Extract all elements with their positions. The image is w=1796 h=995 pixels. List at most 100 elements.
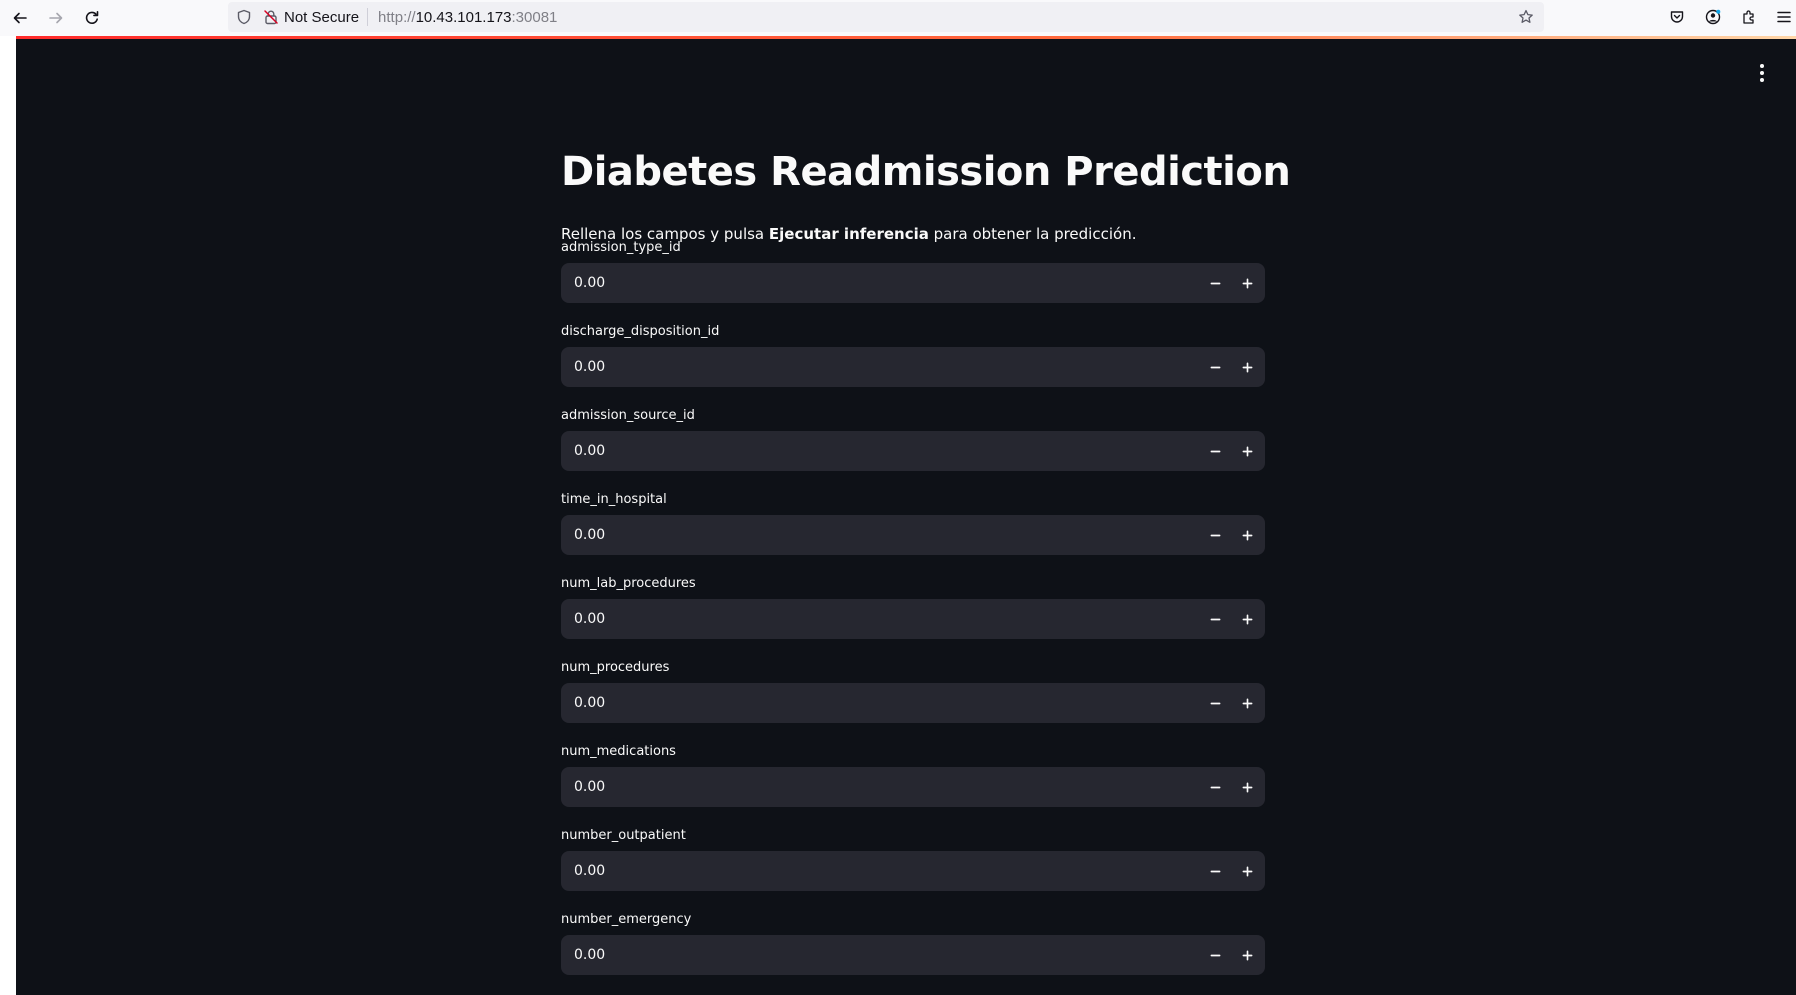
plus-icon [1242,446,1252,456]
field-label: num_medications [561,744,676,759]
number-input-box [561,431,1265,471]
increment-button[interactable] [1231,431,1263,471]
back-button[interactable] [6,4,34,32]
decrement-button[interactable] [1199,347,1231,387]
field-label: time_in_hospital [561,492,667,507]
plus-icon [1242,782,1252,792]
number-input-box [561,683,1265,723]
browser-toolbar: Not Secure http://10.43.101.173:30081 [0,0,1796,36]
plus-icon [1242,698,1252,708]
number-input-field[interactable] [561,347,1199,387]
hamburger-menu-icon[interactable] [1772,5,1796,29]
field-label: admission_type_id [561,240,681,255]
number-input-field[interactable] [561,935,1199,975]
number-input-num-procedures: num_procedures [561,660,1265,744]
minus-icon [1210,786,1220,788]
number-input-number-emergency: number_emergency [561,912,1265,995]
star-icon[interactable] [1516,7,1536,27]
number-input-box [561,263,1265,303]
number-input-box [561,851,1265,891]
puzzle-icon[interactable] [1737,5,1761,29]
number-input-box [561,515,1265,555]
increment-button[interactable] [1231,683,1263,723]
minus-icon [1210,870,1220,872]
minus-icon [1210,450,1220,452]
minus-icon [1210,534,1220,536]
field-label: num_procedures [561,660,670,675]
plus-icon [1242,950,1252,960]
window-edge [0,36,16,995]
account-icon[interactable] [1701,5,1725,29]
number-input-box [561,599,1265,639]
number-input-admission-source-id: admission_source_id [561,408,1265,492]
increment-button[interactable] [1231,347,1263,387]
kebab-menu-icon[interactable] [1752,61,1772,85]
increment-button[interactable] [1231,515,1263,555]
app-container: Diabetes Readmission Prediction Rellena … [16,39,1796,995]
address-bar[interactable]: Not Secure http://10.43.101.173:30081 [228,2,1544,32]
url-host: 10.43.101.173 [415,8,512,26]
minus-icon [1210,954,1220,956]
number-input-discharge-disposition-id: discharge_disposition_id [561,324,1265,408]
plus-icon [1242,614,1252,624]
plus-icon [1242,866,1252,876]
field-label: number_outpatient [561,828,686,843]
number-input-field[interactable] [561,767,1199,807]
reload-icon [85,11,99,24]
shield-icon[interactable] [234,7,254,27]
number-input-field[interactable] [561,851,1199,891]
number-input-field[interactable] [561,263,1199,303]
number-input-box [561,767,1265,807]
kebab-dot [1760,78,1764,82]
increment-button[interactable] [1231,851,1263,891]
plus-icon [1242,278,1252,288]
pocket-icon[interactable] [1665,5,1689,29]
minus-icon [1210,282,1220,284]
decrement-button[interactable] [1199,263,1231,303]
kebab-dot [1760,64,1764,68]
insecure-lock-icon[interactable] [262,8,280,26]
decrement-button[interactable] [1199,935,1231,975]
number-input-box [561,935,1265,975]
number-input-field[interactable] [561,683,1199,723]
number-input-field[interactable] [561,431,1199,471]
forward-arrow-icon [49,12,63,24]
increment-button[interactable] [1231,263,1263,303]
number-input-box [561,347,1265,387]
field-label: num_lab_procedures [561,576,696,591]
urlbar-separator [367,8,369,26]
kebab-dot [1760,71,1764,75]
increment-button[interactable] [1231,767,1263,807]
field-label: admission_source_id [561,408,695,423]
reload-button[interactable] [78,4,106,32]
minus-icon [1210,366,1220,368]
increment-button[interactable] [1231,935,1263,975]
url-port: :30081 [511,8,558,26]
number-input-field[interactable] [561,599,1199,639]
field-label: number_emergency [561,912,692,927]
number-input-time-in-hospital: time_in_hospital [561,492,1265,576]
decrement-button[interactable] [1199,683,1231,723]
decrement-button[interactable] [1199,851,1231,891]
field-label: discharge_disposition_id [561,324,720,339]
back-arrow-icon [13,12,27,24]
number-input-num-lab-procedures: num_lab_procedures [561,576,1265,660]
number-input-admission-type-id: admission_type_id [561,240,1265,324]
decrement-button[interactable] [1199,431,1231,471]
forward-button[interactable] [42,4,70,32]
number-input-number-outpatient: number_outpatient [561,828,1265,912]
plus-icon [1242,530,1252,540]
url-prefix: http:// [378,8,416,26]
url-text[interactable]: http://10.43.101.173:30081 [378,9,557,26]
plus-icon [1242,362,1252,372]
minus-icon [1210,702,1220,704]
page-title: Diabetes Readmission Prediction [561,149,1291,195]
increment-button[interactable] [1231,599,1263,639]
security-label[interactable]: Not Secure [284,9,359,26]
minus-icon [1210,618,1220,620]
decrement-button[interactable] [1199,599,1231,639]
number-input-num-medications: num_medications [561,744,1265,828]
decrement-button[interactable] [1199,767,1231,807]
number-input-field[interactable] [561,515,1199,555]
decrement-button[interactable] [1199,515,1231,555]
